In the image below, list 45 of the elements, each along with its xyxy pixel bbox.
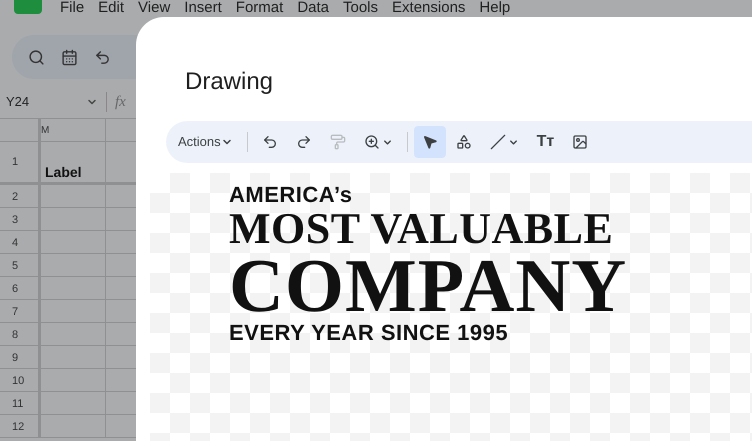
menu-item[interactable]: Tools xyxy=(343,0,378,16)
artwork-text: COMPANY xyxy=(229,251,628,321)
menu-item[interactable]: View xyxy=(138,0,170,16)
artwork-text: AMERICA’s xyxy=(229,183,352,207)
text-box-button[interactable]: Tт xyxy=(528,126,562,158)
row-number[interactable]: 4 xyxy=(0,231,41,253)
row-number[interactable]: 5 xyxy=(0,254,41,276)
pointer-icon xyxy=(422,134,438,150)
menu-item[interactable]: Help xyxy=(479,0,510,16)
line-icon xyxy=(490,134,506,150)
shapes-icon xyxy=(456,134,472,150)
image-icon xyxy=(572,134,588,150)
menu-item[interactable]: File xyxy=(60,0,84,16)
artwork-text: EVERY YEAR SINCE 1995 xyxy=(229,321,508,345)
app-logo-icon xyxy=(14,0,42,14)
menu-item[interactable]: Extensions xyxy=(392,0,466,16)
row-number[interactable]: 6 xyxy=(0,277,41,299)
menu-item[interactable]: Edit xyxy=(98,0,124,16)
menu-item[interactable]: Format xyxy=(236,0,284,16)
name-box[interactable]: Y24 xyxy=(6,92,86,112)
select-tool-button[interactable] xyxy=(414,126,446,158)
calendar-icon[interactable] xyxy=(61,48,78,66)
dialog-title: Drawing xyxy=(185,67,274,97)
artwork-text: MOST VALUABLE xyxy=(229,207,614,251)
row-number[interactable]: 9 xyxy=(0,346,41,368)
menu-item[interactable]: Insert xyxy=(184,0,222,16)
row-number[interactable]: 11 xyxy=(0,392,41,414)
row-number[interactable]: 7 xyxy=(0,300,41,322)
formula-icon: fx xyxy=(115,90,126,114)
row-number[interactable]: 3 xyxy=(0,208,41,230)
undo-icon[interactable] xyxy=(94,48,111,66)
row-number[interactable]: 1 xyxy=(0,142,41,182)
table-cell: Label xyxy=(41,142,106,182)
paint-roller-icon xyxy=(330,134,346,150)
actions-menu[interactable]: Actions xyxy=(170,126,241,158)
column-header[interactable]: M xyxy=(41,119,106,141)
row-number[interactable]: 10 xyxy=(0,369,41,391)
zoom-icon xyxy=(364,134,380,150)
undo-icon xyxy=(262,134,278,150)
row-number[interactable]: 8 xyxy=(0,323,41,345)
menu-item[interactable]: Data xyxy=(297,0,329,16)
row-number[interactable]: 12 xyxy=(0,415,41,437)
search-icon[interactable] xyxy=(28,48,45,66)
redo-icon xyxy=(296,134,312,150)
row-number[interactable]: 2 xyxy=(0,185,41,207)
